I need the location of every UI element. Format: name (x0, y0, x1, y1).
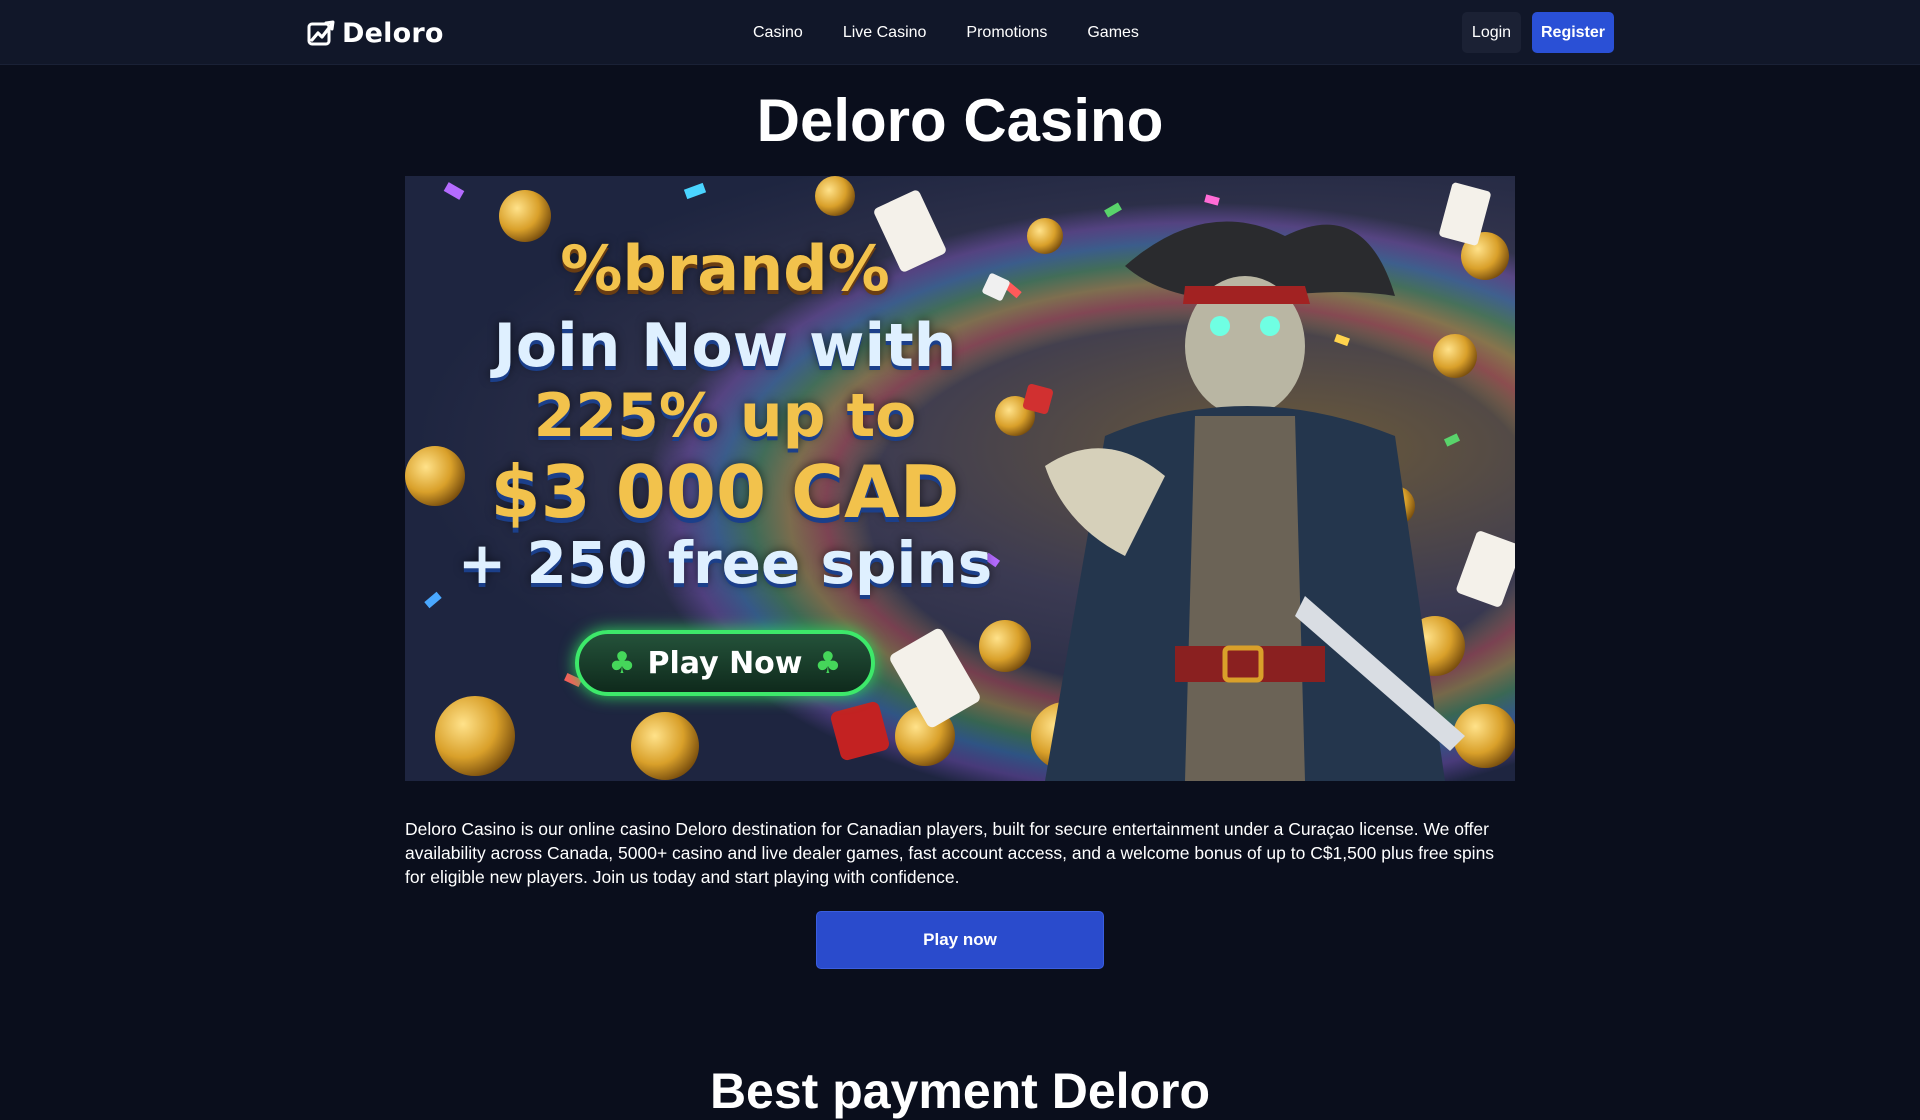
login-button[interactable]: Login (1462, 12, 1521, 53)
logo[interactable]: Deloro (306, 17, 444, 49)
banner-headline: Join Now with (493, 311, 957, 381)
banner-brand-text: %brand% (560, 232, 890, 305)
banner-amount: $3 000 CAD (490, 450, 960, 534)
intro-paragraph: Deloro Casino is our online casino Delor… (405, 819, 1495, 887)
play-now-button[interactable]: Play now (816, 911, 1104, 969)
main-nav: Casino Live Casino Promotions Games (753, 0, 1139, 65)
site-header: Deloro Casino Live Casino Promotions Gam… (0, 0, 1920, 65)
nav-live-casino[interactable]: Live Casino (843, 24, 927, 42)
nav-games[interactable]: Games (1087, 24, 1139, 42)
banner-free-spins: + 250 free spins (457, 529, 993, 597)
logo-mark-icon (307, 20, 335, 46)
banner-play-now-button[interactable]: ♣ Play Now ♣ (575, 630, 875, 696)
page-title: Deloro Casino (756, 87, 1164, 154)
register-button[interactable]: Register (1532, 12, 1614, 53)
nav-casino[interactable]: Casino (753, 24, 803, 42)
clover-icon: ♣ (814, 645, 842, 681)
banner-percent: 225% up to (533, 381, 917, 451)
section-heading: Best payment Deloro (709, 1063, 1211, 1119)
promo-banner[interactable]: %brand% Join Now with 225% up to $3 000 … (405, 176, 1515, 781)
nav-promotions[interactable]: Promotions (966, 24, 1047, 42)
banner-cta-label: Play Now (647, 645, 803, 681)
logo-text: Deloro (342, 17, 444, 49)
clover-icon: ♣ (608, 645, 636, 681)
